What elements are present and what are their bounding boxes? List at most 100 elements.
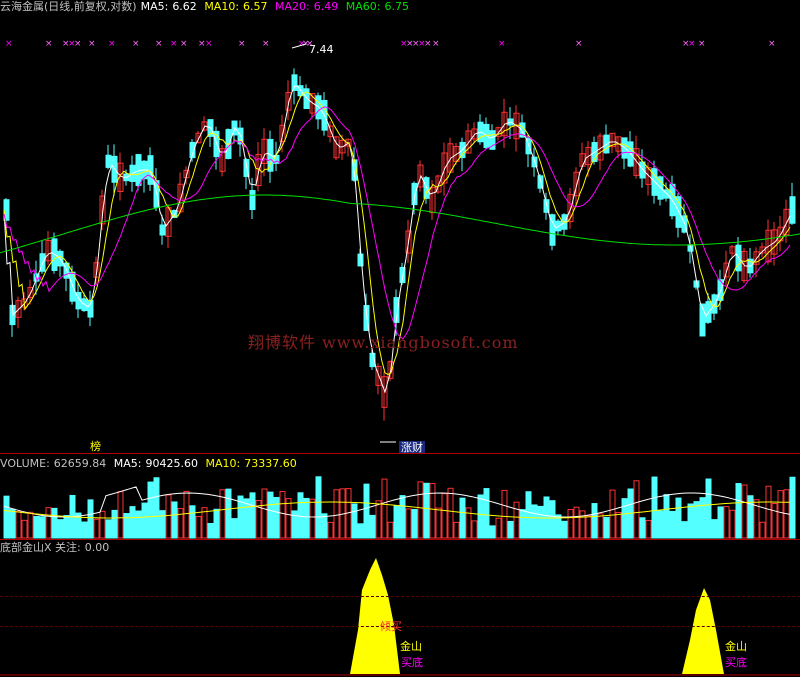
volume-bar: [267, 491, 274, 539]
volume-bar: [471, 520, 478, 539]
signal2-jinshan-label: 金山: [725, 640, 747, 653]
volume-bar: [609, 489, 616, 539]
volume-bar: [231, 518, 238, 539]
ma10-label: MA10:: [204, 0, 240, 13]
volume-bar: [591, 503, 598, 539]
volume-bar: [765, 485, 772, 539]
volume-panel-divider: [0, 453, 800, 454]
candle-body: [639, 161, 646, 179]
volume-bar: [393, 505, 400, 539]
top-signal-mark: ×: [205, 39, 213, 49]
volume-bar: [81, 521, 88, 539]
candle-body: [789, 196, 796, 224]
volume-bar: [225, 488, 232, 539]
volume-bar: [759, 521, 766, 539]
volume-bar: [243, 498, 250, 539]
volume-bar: [741, 484, 748, 539]
volume-bar: [27, 511, 34, 539]
top-signal-mark: ×: [132, 39, 140, 49]
volume-bar: [549, 500, 556, 539]
volume-bar: [261, 488, 268, 539]
indicator-value: 0.00: [84, 541, 110, 554]
top-signal-mark: ×: [698, 39, 706, 49]
top-signal-mark: ×: [688, 39, 696, 49]
volume-bar: [285, 498, 292, 539]
volume-bar: [111, 509, 118, 539]
ma5-label: MA5:: [140, 0, 169, 13]
volume-bar: [375, 500, 382, 539]
chart-stage[interactable]: × × × × × × × × × × × × × × × × × × × × × × × × × × × × × × 云海金属(日线,前…: [0, 0, 800, 677]
volume-bar: [669, 510, 676, 539]
volume-bar: [15, 511, 22, 539]
volume-bar: [771, 503, 778, 539]
top-signal-mark: ×: [5, 39, 13, 49]
ma20-value: 6.49: [313, 0, 339, 13]
volume-bar: [93, 518, 100, 539]
volume-ma10-value: 73337.60: [244, 457, 297, 470]
volume-bar: [525, 491, 532, 539]
volume-bar: [573, 506, 580, 539]
volume-bar: [195, 516, 202, 539]
volume-bar: [711, 519, 718, 539]
top-signal-mark: ×: [498, 39, 506, 49]
indicator-panel-divider: [0, 539, 800, 540]
volume-bar: [405, 508, 412, 539]
volume-bar: [207, 522, 214, 539]
volume-bar: [675, 497, 682, 539]
marker-bang: 榜: [90, 440, 101, 453]
top-signal-mark: ×: [432, 39, 440, 49]
volume-bar: [129, 506, 136, 539]
volume-ma10-label: MA10:: [205, 457, 241, 470]
volume-bar: [579, 510, 586, 539]
volume-bar: [135, 510, 142, 539]
volume-bar: [723, 506, 730, 539]
volume-bar: [57, 519, 64, 539]
volume-bar: [717, 506, 724, 539]
volume-bar: [165, 494, 172, 539]
signal-area-1: [350, 558, 400, 674]
volume-bar: [171, 501, 178, 539]
top-signal-mark: ×: [180, 39, 188, 49]
candle-body: [147, 155, 154, 185]
volume-bar: [513, 501, 520, 539]
volume-bar: [147, 481, 154, 539]
volume-bar: [663, 494, 670, 539]
volume-bar: [477, 494, 484, 539]
volume-bar: [423, 482, 430, 539]
volume-bar: [705, 478, 712, 539]
stock-title: 云海金属(日线,前复权,对数): [0, 0, 137, 13]
ma10-value: 6.57: [243, 0, 268, 13]
volume-bar: [561, 520, 568, 539]
volume-bar: [507, 520, 514, 539]
volume-bar: [687, 503, 694, 539]
volume-bar: [357, 523, 364, 539]
volume-bar: [213, 508, 220, 539]
volume-bar: [429, 483, 436, 539]
top-signal-mark: ×: [155, 39, 163, 49]
signal1-maidi-label: 买底: [401, 656, 423, 669]
top-signal-mark: ×: [424, 39, 432, 49]
volume-bar: [21, 519, 28, 539]
volume-bar: [699, 497, 706, 539]
volume-bar: [297, 492, 304, 539]
watermark-text: 翔博软件 www.xiangbosoft.com: [248, 333, 519, 352]
volume-bar: [45, 507, 52, 539]
volume-bar: [651, 476, 658, 539]
volume-bar: [183, 490, 190, 539]
top-signal-mark: ×: [88, 39, 96, 49]
volume-bar: [51, 507, 58, 539]
volume-bar: [585, 515, 592, 539]
high-price-label: 7.44: [309, 43, 334, 56]
volume-bar: [189, 505, 196, 539]
volume-bar: [351, 503, 358, 539]
volume-bar: [387, 521, 394, 539]
volume-bar: [537, 505, 544, 539]
volume-bar: [39, 516, 46, 539]
volume-bar: [153, 477, 160, 539]
volume-bar: [123, 513, 130, 539]
volume-bar: [411, 508, 418, 539]
volume-bar: [645, 519, 652, 539]
volume-bar: [681, 521, 688, 539]
volume-bar: [321, 513, 328, 539]
volume-label: VOLUME:: [0, 457, 50, 470]
